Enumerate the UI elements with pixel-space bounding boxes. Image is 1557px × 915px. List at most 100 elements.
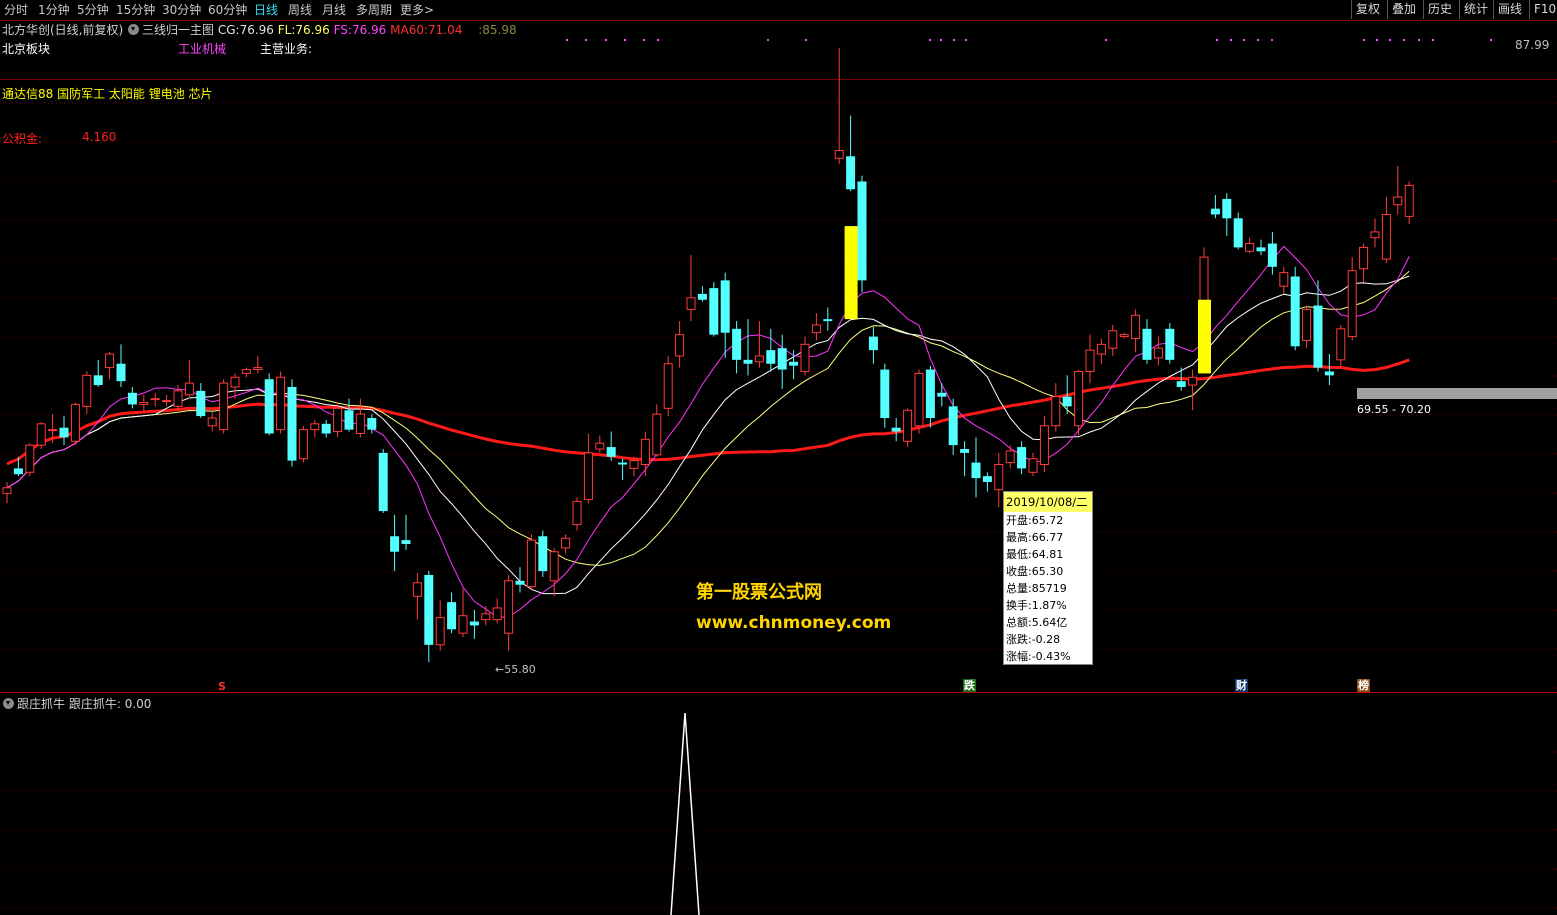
candle [504,575,514,651]
candle [481,606,491,626]
candle-body [982,476,992,482]
candle-body [583,452,593,500]
candle-body [1279,272,1289,287]
candle-body [789,361,799,366]
candle [310,419,320,438]
candle-body [526,539,536,588]
marker-cai[interactable]: 财 [1235,679,1248,692]
tooltip-change: 涨跌:-0.28 [1006,633,1061,646]
dropdown-icon[interactable] [128,24,139,35]
industry-tag[interactable]: 工业机械 [178,40,226,57]
candle [948,398,958,455]
candle-body [59,427,69,438]
candle [105,352,115,380]
candle-body [1108,330,1118,349]
header-dot [940,39,942,41]
tooltip-turnover-rate: 换手:1.87% [1006,599,1067,612]
candle [732,321,742,374]
candle [1153,336,1163,366]
candle [150,392,160,407]
candle-body [481,613,491,621]
candle [663,355,673,417]
header-dot [965,39,967,41]
candle-body [1119,334,1129,338]
candle-body [1085,349,1095,372]
candle [1028,452,1038,477]
candle-body [572,500,582,526]
candle-body [333,407,343,433]
header-dot [1432,39,1434,41]
candle [469,609,479,639]
candle-body [686,297,696,310]
candle-body [310,423,320,431]
candle [811,313,821,341]
candle-body [196,390,206,417]
cg-value: 76.96 [239,23,274,37]
candle-body [1256,247,1266,252]
candle-body [150,398,160,401]
candle-body [1188,376,1198,386]
candle [70,402,80,446]
candle-body [1005,450,1015,464]
candle [583,433,593,504]
candle-body [1153,347,1163,359]
marker-die[interactable]: 跌 [963,679,976,692]
candle-body [629,460,639,469]
candle [492,598,502,624]
candle-body [948,406,958,446]
concept-tags: 通达信88 国防军工 太阳能 锂电池 芯片 [2,87,213,101]
sub-indicator-label: 跟庄抓牛: [68,697,121,711]
region-block[interactable]: 北京板块 [2,40,50,57]
low-price-label: ←55.80 [495,663,536,676]
candle [994,452,1004,508]
candle [743,319,753,376]
header-dot [929,39,931,41]
candle-body [1267,243,1277,267]
candle-body [264,379,274,434]
kline-chart[interactable] [0,0,1557,915]
header-dot [1418,39,1420,41]
candle [458,588,468,638]
marker-s[interactable]: S [217,680,227,693]
candle-body [697,293,707,300]
candle [982,472,992,492]
header-dot [805,39,807,41]
candle-body [390,536,400,552]
candle-body [754,355,764,363]
candle-body [162,400,172,403]
extra-value: 85.98 [482,23,517,37]
tooltip-change-pct: 涨幅:-0.43% [1006,650,1071,663]
candle [652,404,662,457]
candle-body [1165,328,1175,360]
candle [1039,416,1049,473]
price-axis-top: 87.99 [1515,38,1550,52]
candle-body [48,429,58,432]
candle [1165,323,1175,364]
candle-body [469,621,479,626]
candle [880,363,890,428]
candle-body [93,375,103,386]
candle-body [127,392,137,405]
header-dot [767,39,769,41]
candle-body [1347,270,1357,338]
candle [1393,165,1403,215]
candle-body [424,575,434,645]
candle-body [241,369,251,374]
candle [697,286,707,302]
candle-body [492,607,502,621]
marker-bang[interactable]: 榜 [1357,679,1370,692]
candle-body [1381,213,1391,260]
candle-body [937,392,947,397]
cg-label: CG: [217,23,240,37]
candle-body [971,462,981,479]
sub-dropdown-icon[interactable] [3,698,14,709]
candle-body [675,334,685,357]
candle [1005,445,1015,469]
candle-body [732,328,742,360]
candle [412,573,422,620]
candle [241,367,251,378]
candle-body [1393,196,1403,206]
candle [1359,243,1369,283]
fl-value: 76.96 [295,23,330,37]
candle [36,421,46,450]
